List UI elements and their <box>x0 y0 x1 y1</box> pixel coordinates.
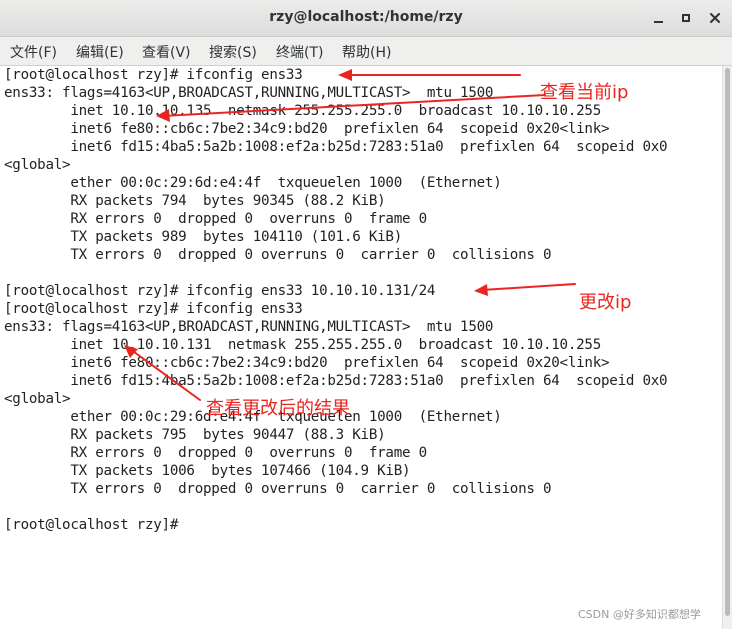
annotation-change-ip: 更改ip <box>579 292 632 313</box>
terminal-line: TX packets 989 bytes 104110 (101.6 KiB) <box>4 229 402 245</box>
watermark: CSDN @好多知识都想学 <box>578 608 701 621</box>
menu-edit[interactable]: 编辑(E) <box>76 42 124 62</box>
menu-bar: 文件(F) 编辑(E) 查看(V) 搜索(S) 终端(T) 帮助(H) <box>0 37 732 66</box>
menu-search[interactable]: 搜索(S) <box>209 42 257 62</box>
terminal-line: ens33: flags=4163<UP,BROADCAST,RUNNING,M… <box>4 85 494 101</box>
terminal-line: [root@localhost rzy]# ifconfig ens33 <box>4 67 303 83</box>
terminal-line: ether 00:0c:29:6d:e4:4f txqueuelen 1000 … <box>4 175 502 191</box>
terminal-line: TX packets 1006 bytes 107466 (104.9 KiB) <box>4 463 411 479</box>
terminal-output[interactable]: [root@localhost rzy]# ifconfig ens33 ens… <box>0 66 722 629</box>
terminal-line: inet 10.10.10.135 netmask 255.255.255.0 … <box>4 103 601 119</box>
maximize-button[interactable] <box>676 8 696 28</box>
terminal-line: inet6 fe80::cb6c:7be2:34c9:bd20 prefixle… <box>4 355 610 371</box>
annotation-view-result: 查看更改后的结果 <box>206 398 350 419</box>
terminal-line: RX packets 794 bytes 90345 (88.2 KiB) <box>4 193 386 209</box>
terminal-line: TX errors 0 dropped 0 overruns 0 carrier… <box>4 247 552 263</box>
close-icon <box>710 13 720 23</box>
terminal-line: inet 10.10.10.131 netmask 255.255.255.0 … <box>4 337 601 353</box>
menu-file[interactable]: 文件(F) <box>10 42 57 62</box>
scrollbar-thumb[interactable] <box>725 68 730 616</box>
terminal-line: ens33: flags=4163<UP,BROADCAST,RUNNING,M… <box>4 319 494 335</box>
terminal-line: RX errors 0 dropped 0 overruns 0 frame 0 <box>4 445 427 461</box>
maximize-icon <box>682 14 690 22</box>
terminal-line: [root@localhost rzy]# ifconfig ens33 10.… <box>4 283 436 299</box>
menu-view[interactable]: 查看(V) <box>142 42 191 62</box>
terminal-line: inet6 fe80::cb6c:7be2:34c9:bd20 prefixle… <box>4 121 610 137</box>
scrollbar[interactable] <box>722 66 732 629</box>
terminal-prompt: [root@localhost rzy]# <box>4 517 187 533</box>
terminal-line: <global> <box>4 157 71 173</box>
window-title: rzy@localhost:/home/rzy <box>269 9 463 25</box>
terminal-line: TX errors 0 dropped 0 overruns 0 carrier… <box>4 481 552 497</box>
annotation-current-ip: 查看当前ip <box>540 82 629 103</box>
terminal-window: rzy@localhost:/home/rzy 文件(F) 编辑(E) 查看(V… <box>0 0 732 629</box>
terminal-line: RX packets 795 bytes 90447 (88.3 KiB) <box>4 427 386 443</box>
minimize-icon <box>653 21 663 23</box>
terminal-line: inet6 fd15:4ba5:5a2b:1008:ef2a:b25d:7283… <box>4 373 668 389</box>
terminal-line: <global> <box>4 391 71 407</box>
menu-terminal[interactable]: 终端(T) <box>276 42 323 62</box>
terminal-line: inet6 fd15:4ba5:5a2b:1008:ef2a:b25d:7283… <box>4 139 668 155</box>
terminal-line: [root@localhost rzy]# ifconfig ens33 <box>4 301 303 317</box>
close-button[interactable] <box>705 8 725 28</box>
minimize-button[interactable] <box>648 8 668 28</box>
terminal-line: RX errors 0 dropped 0 overruns 0 frame 0 <box>4 211 427 227</box>
title-bar[interactable]: rzy@localhost:/home/rzy <box>0 0 732 37</box>
menu-help[interactable]: 帮助(H) <box>342 42 391 62</box>
